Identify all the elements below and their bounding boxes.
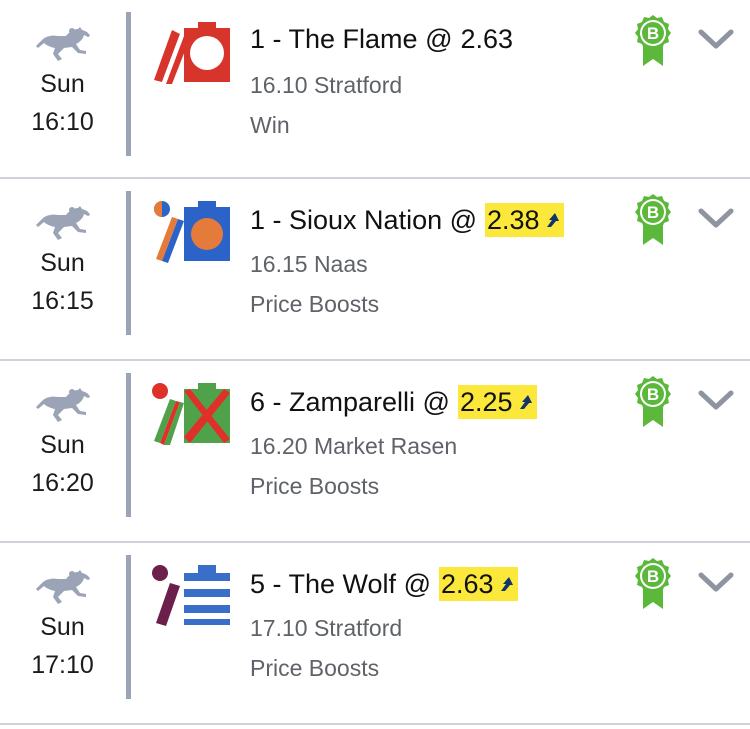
selection-name: 5 - The Wolf @	[250, 568, 431, 599]
selection-title: 1 - Sioux Nation @ 2.38	[250, 203, 564, 237]
badge-letter: B	[647, 385, 659, 404]
badge-letter: B	[647, 24, 659, 43]
race-venue: 16.20 Market Rasen	[250, 433, 458, 459]
event-time-block: Sun 16:10	[0, 0, 125, 177]
bet-row[interactable]: Sun 17:10 5 - The Wolf @ 2.63 17.10 Stra…	[0, 543, 750, 725]
boosted-odds[interactable]: 2.63	[438, 567, 518, 601]
b-rosette-badge-icon[interactable]: B	[634, 14, 672, 66]
event-time: 17:10	[31, 651, 94, 679]
boosted-odds[interactable]: 2.25	[457, 385, 537, 419]
race-venue: 16.10 Stratford	[250, 72, 403, 98]
horse-racing-icon	[36, 570, 90, 604]
market-type: Price Boosts	[250, 655, 380, 681]
badge-letter: B	[647, 203, 659, 222]
chevron-down-icon[interactable]	[698, 571, 734, 593]
price-boost-arrow-icon	[546, 213, 559, 227]
bet-row[interactable]: Sun 16:10 1 - The Flame @ 2.63 16.10 Str…	[0, 0, 750, 179]
market-type: Price Boosts	[250, 291, 380, 317]
bet-list: Sun 16:10 1 - The Flame @ 2.63 16.10 Str…	[0, 0, 750, 725]
event-day: Sun	[40, 613, 85, 641]
row-divider	[126, 555, 131, 699]
chevron-down-icon[interactable]	[698, 207, 734, 229]
jockey-silks-icon	[152, 565, 230, 626]
row-divider	[126, 12, 131, 156]
selection-title: 1 - The Flame @ 2.63	[250, 24, 513, 55]
jockey-silks-icon	[154, 201, 230, 263]
boosted-odds[interactable]: 2.38	[485, 203, 564, 237]
badge-letter: B	[647, 567, 659, 586]
selection-name: 1 - The Flame @	[250, 24, 453, 54]
event-time: 16:15	[31, 287, 94, 315]
row-divider	[126, 191, 131, 335]
price-boost-arrow-icon	[500, 577, 513, 591]
event-time-block: Sun 16:15	[0, 179, 125, 359]
event-day: Sun	[40, 70, 85, 98]
bet-row[interactable]: Sun 16:20 6 - Zamparelli @ 2.25 16.20 Ma…	[0, 361, 750, 543]
b-rosette-badge-icon[interactable]: B	[634, 557, 672, 609]
chevron-down-icon[interactable]	[698, 389, 734, 411]
event-day: Sun	[40, 249, 85, 277]
jockey-silks-icon	[152, 383, 230, 445]
selection-title: 6 - Zamparelli @ 2.25	[250, 385, 537, 419]
event-time-block: Sun 16:20	[0, 361, 125, 541]
selection-title: 5 - The Wolf @ 2.63	[250, 567, 518, 601]
market-type: Win	[250, 112, 290, 138]
race-venue: 17.10 Stratford	[250, 615, 403, 641]
bet-row[interactable]: Sun 16:15 1 - Sioux Nation @ 2.38 16.15 …	[0, 179, 750, 361]
chevron-down-icon[interactable]	[698, 28, 734, 50]
b-rosette-badge-icon[interactable]: B	[634, 193, 672, 245]
horse-racing-icon	[36, 27, 90, 61]
selection-name: 1 - Sioux Nation @	[250, 204, 478, 235]
odds-value: 2.38	[487, 204, 540, 235]
horse-racing-icon	[36, 388, 90, 422]
b-rosette-badge-icon[interactable]: B	[634, 375, 672, 427]
event-time: 16:20	[31, 469, 94, 497]
event-day: Sun	[40, 431, 85, 459]
row-divider	[126, 373, 131, 517]
odds-value: 2.25	[459, 386, 513, 417]
horse-racing-icon	[36, 206, 90, 240]
odds-value: 2.63	[440, 568, 494, 599]
jockey-silks-icon	[154, 22, 230, 84]
selection-name: 6 - Zamparelli @	[250, 386, 450, 417]
race-venue: 16.15 Naas	[250, 251, 368, 277]
market-type: Price Boosts	[250, 473, 380, 499]
odds-value[interactable]: 2.63	[460, 24, 513, 55]
event-time-block: Sun 17:10	[0, 543, 125, 723]
event-time: 16:10	[31, 108, 94, 136]
price-boost-arrow-icon	[519, 395, 532, 409]
